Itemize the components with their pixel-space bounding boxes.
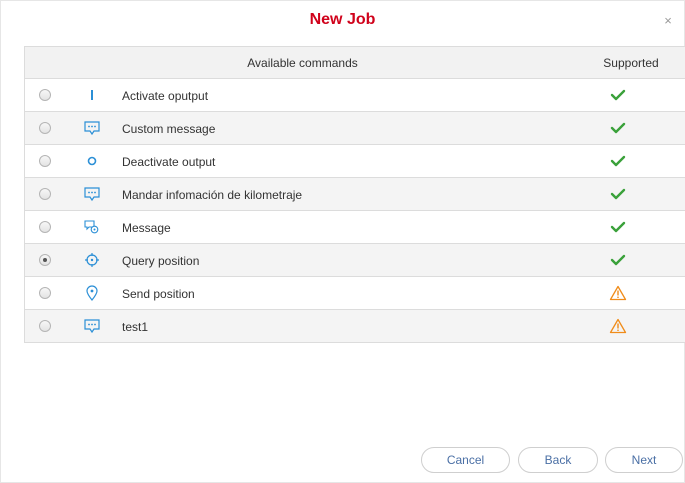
command-label: Mandar infomación de kilometraje bbox=[122, 188, 303, 202]
message-icon bbox=[83, 186, 101, 202]
row-radio[interactable] bbox=[39, 89, 51, 101]
command-label: Custom message bbox=[122, 122, 216, 136]
row-radio[interactable] bbox=[39, 320, 51, 332]
close-icon[interactable]: × bbox=[662, 14, 674, 27]
table-row[interactable]: test1 bbox=[25, 310, 685, 343]
command-label: Send position bbox=[122, 287, 195, 301]
dialog-title: New Job bbox=[309, 11, 376, 28]
output-bar-icon bbox=[83, 87, 101, 103]
back-button[interactable]: Back bbox=[518, 447, 598, 473]
warning-icon bbox=[609, 285, 627, 301]
command-label: Activate oputput bbox=[122, 89, 209, 103]
dialog-header: New Job × bbox=[1, 1, 684, 45]
warning-icon bbox=[609, 318, 627, 334]
table-row[interactable]: Activate oputput bbox=[25, 79, 685, 112]
message-group-icon bbox=[83, 219, 101, 235]
crosshair-icon bbox=[83, 252, 101, 268]
table-row[interactable]: Query position bbox=[25, 244, 685, 277]
row-radio[interactable] bbox=[39, 221, 51, 233]
check-icon bbox=[609, 120, 627, 136]
row-radio[interactable] bbox=[39, 254, 51, 266]
map-pin-icon bbox=[83, 285, 101, 301]
check-icon bbox=[609, 252, 627, 268]
check-icon bbox=[609, 153, 627, 169]
table-row[interactable]: Mandar infomación de kilometraje bbox=[25, 178, 685, 211]
command-label: test1 bbox=[122, 320, 149, 334]
command-label: Query position bbox=[122, 254, 200, 268]
table-row[interactable]: Custom message bbox=[25, 112, 685, 145]
column-header-supported: Supported bbox=[603, 56, 659, 70]
column-header-commands: Available commands bbox=[247, 56, 358, 70]
cancel-button[interactable]: Cancel bbox=[421, 447, 510, 473]
output-circle-icon bbox=[83, 153, 101, 169]
check-icon bbox=[609, 219, 627, 235]
message-icon bbox=[83, 120, 101, 136]
row-radio[interactable] bbox=[39, 287, 51, 299]
commands-table: Available commands Supported Activate op… bbox=[24, 46, 685, 343]
check-icon bbox=[609, 186, 627, 202]
next-button[interactable]: Next bbox=[605, 447, 683, 473]
new-job-dialog: New Job × Available commands Supported A… bbox=[0, 0, 685, 483]
table-row[interactable]: Message bbox=[25, 211, 685, 244]
row-radio[interactable] bbox=[39, 155, 51, 167]
row-radio[interactable] bbox=[39, 122, 51, 134]
row-radio[interactable] bbox=[39, 188, 51, 200]
table-header: Available commands Supported bbox=[25, 47, 685, 79]
check-icon bbox=[609, 87, 627, 103]
command-label: Deactivate output bbox=[122, 155, 216, 169]
table-row[interactable]: Deactivate output bbox=[25, 145, 685, 178]
command-label: Message bbox=[122, 221, 171, 235]
table-row[interactable]: Send position bbox=[25, 277, 685, 310]
message-icon bbox=[83, 318, 101, 334]
